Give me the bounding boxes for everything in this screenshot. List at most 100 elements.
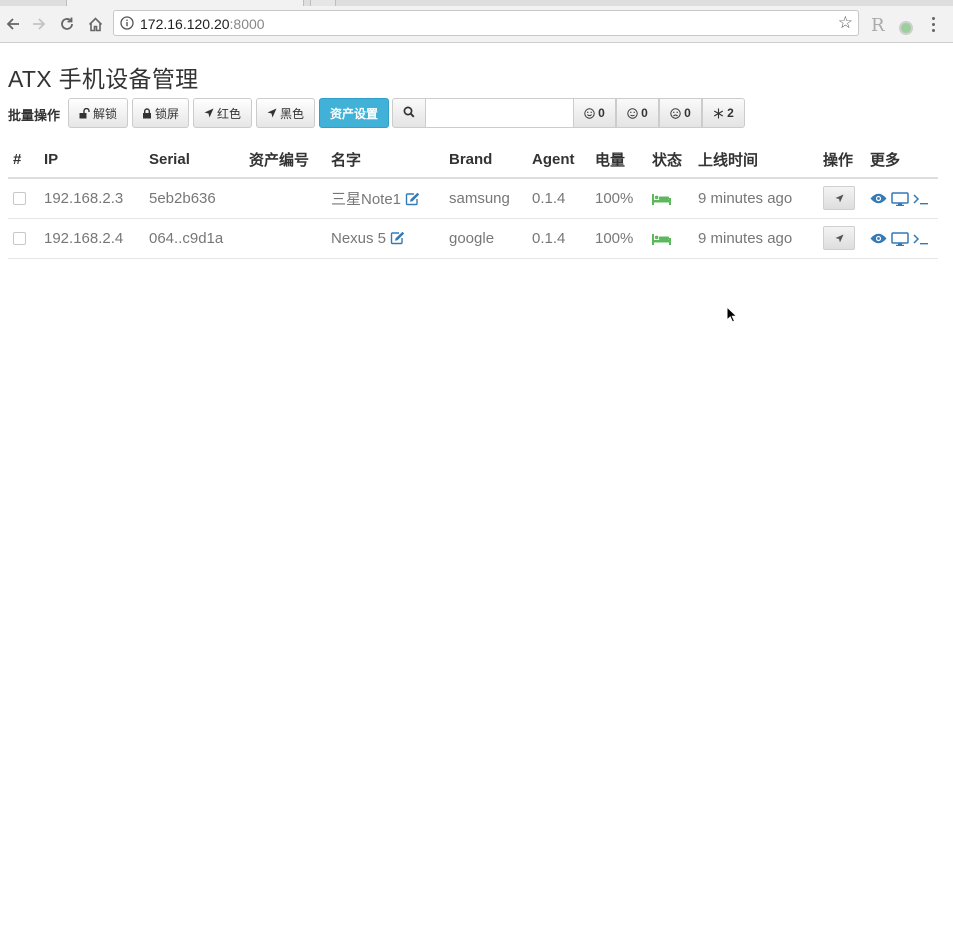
col-header-actions: 操作: [818, 141, 865, 179]
browser-toolbar: 172.16.120.20:8000 ☆ R: [0, 6, 953, 43]
ip-cell: 192.168.2.4: [39, 218, 144, 259]
address-url: 172.16.120.20:8000: [140, 16, 265, 32]
star-icon[interactable]: ☆: [838, 14, 853, 32]
status-cell: [647, 178, 693, 219]
table-row: 192.168.2.4 064..c9d1a Nexus 5 google 0.…: [8, 218, 938, 259]
location-arrow-icon: [834, 190, 844, 207]
search-count-group: 0 0 0 2: [392, 98, 745, 128]
lock-icon: [142, 107, 152, 119]
reload-button[interactable]: [54, 6, 80, 42]
agent-cell: 0.1.4: [527, 218, 590, 259]
frown-icon: [670, 107, 681, 119]
devices-table: # IP Serial 资产编号 名字 Brand Agent 电量 状态 上线…: [8, 141, 938, 259]
offline-count: 0: [684, 106, 691, 120]
frozen-count: 2: [727, 106, 734, 120]
ip-cell: 192.168.2.3: [39, 178, 144, 219]
smile-icon: [584, 107, 595, 119]
serial-cell: 064..c9d1a: [144, 218, 244, 259]
bed-icon: [652, 193, 671, 205]
address-port: :8000: [229, 16, 265, 32]
name-cell: 三星Note1: [326, 178, 444, 219]
col-header-status: 状态: [647, 141, 693, 179]
info-circle-icon[interactable]: [120, 16, 134, 35]
online-time-cell: 9 minutes ago: [693, 218, 818, 259]
row-checkbox[interactable]: [13, 192, 26, 206]
name-cell: Nexus 5: [326, 218, 444, 259]
unlock-icon: [79, 107, 90, 119]
terminal-icon[interactable]: [913, 233, 929, 245]
device-name: Nexus 5: [331, 229, 387, 247]
arrow-right-icon: [31, 16, 47, 32]
arrow-left-icon: [5, 16, 21, 32]
row-select-cell: [8, 178, 39, 219]
reload-icon: [59, 16, 75, 32]
neutral-face-icon: [627, 107, 638, 119]
home-button[interactable]: [82, 6, 108, 42]
col-header-ip: IP: [39, 141, 144, 179]
unlock-label: 解锁: [92, 106, 117, 121]
unlock-button[interactable]: 解锁: [68, 98, 128, 128]
lock-button[interactable]: 锁屏: [132, 98, 189, 128]
asset-settings-button[interactable]: 资产设置: [319, 98, 389, 128]
red-button[interactable]: 红色: [193, 98, 252, 128]
bed-icon: [652, 233, 671, 245]
mouse-pointer-icon: [726, 305, 738, 329]
actions-cell: [818, 218, 865, 259]
red-label: 红色: [216, 106, 241, 121]
batch-label: 批量操作: [8, 108, 61, 123]
col-header-index: #: [8, 141, 39, 179]
table-row: 192.168.2.3 5eb2b636 三星Note1 samsung 0.1…: [8, 178, 938, 219]
idle-count-button[interactable]: 0: [573, 98, 616, 128]
eye-icon[interactable]: [870, 193, 887, 204]
address-host: 172.16.120.20: [140, 16, 230, 32]
asset-settings-label: 资产设置: [329, 106, 378, 121]
frozen-count-button[interactable]: 2: [702, 98, 745, 128]
monitor-icon[interactable]: [891, 231, 909, 246]
forward-button[interactable]: [26, 6, 52, 42]
black-label: 黑色: [279, 106, 304, 121]
edit-icon[interactable]: [405, 192, 420, 206]
vertical-dots-icon[interactable]: [928, 15, 938, 35]
col-header-asset: 资产编号: [244, 141, 326, 179]
edit-icon[interactable]: [390, 231, 405, 245]
asset-cell: [244, 178, 326, 219]
asset-cell: [244, 218, 326, 259]
col-header-name: 名字: [326, 141, 444, 179]
status-cell: [647, 218, 693, 259]
address-bar[interactable]: 172.16.120.20:8000 ☆: [113, 10, 859, 36]
extension-dot-icon[interactable]: [899, 21, 913, 35]
actions-cell: [818, 178, 865, 219]
brand-cell: samsung: [444, 178, 527, 219]
monitor-icon[interactable]: [891, 191, 909, 206]
locate-button[interactable]: [823, 186, 855, 210]
battery-cell: 100%: [590, 218, 647, 259]
search-input[interactable]: [426, 98, 573, 128]
offline-count-button[interactable]: 0: [659, 98, 702, 128]
col-header-brand: Brand: [444, 141, 527, 179]
serial-cell: 5eb2b636: [144, 178, 244, 219]
search-icon: [403, 106, 415, 121]
back-button[interactable]: [0, 6, 26, 42]
snowflake-icon: [713, 108, 724, 119]
terminal-icon[interactable]: [913, 193, 929, 205]
extension-r-icon[interactable]: R: [871, 15, 885, 36]
location-arrow-icon: [267, 108, 277, 118]
search-button[interactable]: [392, 98, 426, 128]
col-header-serial: Serial: [144, 141, 244, 179]
table-header-row: # IP Serial 资产编号 名字 Brand Agent 电量 状态 上线…: [8, 141, 938, 179]
col-header-agent: Agent: [527, 141, 590, 179]
busy-count-button[interactable]: 0: [616, 98, 659, 128]
brand-cell: google: [444, 218, 527, 259]
black-button[interactable]: 黑色: [256, 98, 315, 128]
row-checkbox[interactable]: [13, 232, 26, 246]
more-cell: [865, 178, 938, 219]
device-name: 三星Note1: [331, 190, 402, 208]
eye-icon[interactable]: [870, 233, 887, 244]
idle-count: 0: [598, 106, 605, 120]
location-arrow-icon: [204, 108, 214, 118]
col-header-online-time: 上线时间: [693, 141, 818, 179]
col-header-battery: 电量: [590, 141, 647, 179]
online-time-cell: 9 minutes ago: [693, 178, 818, 219]
locate-button[interactable]: [823, 226, 855, 250]
col-header-more: 更多: [865, 141, 938, 179]
